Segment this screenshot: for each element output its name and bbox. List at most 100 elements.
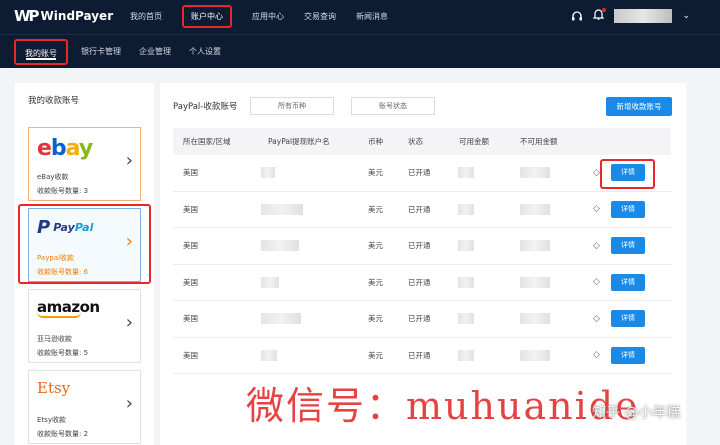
nav-label: 账户中心 (182, 5, 232, 28)
nav-label: 我的首页 (130, 12, 162, 21)
detail-button[interactable]: 详情 (611, 273, 645, 291)
detail-button[interactable]: 详情 (611, 346, 645, 364)
cell-currency: 美元 (368, 168, 383, 178)
nav-account-center[interactable]: 账户中心 (172, 0, 242, 34)
cell-country: 美国 (183, 314, 198, 324)
cell-available (458, 265, 474, 301)
table-row: 美国 美元 已开通 ◇ 详情 (173, 192, 671, 228)
sub-nav: 我的账号 银行卡管理 企业管理 个人设置 (14, 39, 230, 65)
highlight-frame-detail (600, 159, 655, 189)
logo-mark: WP (14, 7, 40, 25)
col-unavailable: 不可用金额 (520, 137, 558, 146)
currency-filter[interactable]: 所有币种 (250, 97, 334, 115)
col-country: 所在国家/区域 (183, 137, 231, 146)
table-row: 美国 美元 已开通 ◇ 详情 (173, 155, 671, 192)
nav-app-center[interactable]: 应用中心 (242, 0, 294, 34)
account-card-etsy[interactable]: Etsy Etsy收款 收款账号数量: 2 › (28, 370, 141, 444)
tab-bank-cards[interactable]: 银行卡管理 (72, 39, 130, 65)
tab-personal-settings[interactable]: 个人设置 (180, 39, 230, 65)
cell-available (458, 338, 474, 374)
cell-country: 美国 (183, 277, 198, 287)
table-row: 美国 美元 已开通 ◇ 详情 (173, 338, 671, 374)
nav-transactions[interactable]: 交易查询 (294, 0, 346, 34)
chevron-right-icon: › (125, 312, 133, 333)
etsy-logo: Etsy (37, 379, 71, 397)
tag-icon[interactable]: ◇ (593, 301, 600, 337)
chevron-right-icon: › (125, 150, 133, 171)
cell-available (458, 155, 474, 191)
card-count: 收款账号数量: 5 (37, 349, 89, 357)
cell-available (458, 301, 474, 337)
cell-currency: 美元 (368, 204, 383, 214)
tag-icon[interactable]: ◇ (593, 338, 600, 374)
card-count: 收款账号数量: 2 (37, 430, 89, 438)
notification-dot (602, 8, 607, 12)
account-card-ebay[interactable]: ebay eBay收款 收款账号数量: 3 › (28, 127, 141, 201)
nav-label: 应用中心 (252, 12, 284, 21)
table-header: 所在国家/区域 PayPal提现账户名 币种 状态 可用金额 不可用金额 (173, 128, 671, 155)
detail-button-cell: 详情 (611, 301, 645, 337)
nav-label: 新闻消息 (356, 12, 388, 21)
detail-button-cell: 详情 (611, 228, 645, 264)
cell-account-name (261, 338, 277, 374)
cell-status: 已开通 (408, 350, 431, 360)
cell-available (458, 192, 474, 228)
table-row: 美国 美元 已开通 ◇ 详情 (173, 265, 671, 301)
cell-currency: 美元 (368, 350, 383, 360)
top-bar: WP WindPayer 我的首页 账户中心 应用中心 交易查询 新闻消息 ⌄ (0, 0, 720, 34)
tag-icon[interactable]: ◇ (593, 265, 600, 301)
cell-account-name (261, 301, 301, 337)
nav-label: 交易查询 (304, 12, 336, 21)
card-name: eBay收款 (37, 173, 69, 181)
detail-button[interactable]: 详情 (611, 200, 645, 218)
detail-button[interactable]: 详情 (611, 237, 645, 255)
windpayer-logo[interactable]: WP WindPayer (14, 7, 113, 25)
accounts-table: 所在国家/区域 PayPal提现账户名 币种 状态 可用金额 不可用金额 美国 … (173, 128, 671, 374)
detail-button[interactable]: 详情 (611, 310, 645, 328)
cell-country: 美国 (183, 241, 198, 251)
cell-currency: 美元 (368, 241, 383, 251)
nav-news[interactable]: 新闻消息 (346, 0, 398, 34)
cell-status: 已开通 (408, 204, 431, 214)
cell-country: 美国 (183, 350, 198, 360)
ebay-logo: ebay (37, 136, 93, 161)
cell-country: 美国 (183, 204, 198, 214)
col-account-name: PayPal提现账户名 (268, 137, 330, 146)
cell-account-name (261, 155, 275, 191)
user-avatar[interactable] (614, 8, 673, 23)
cell-account-name (261, 228, 299, 264)
tab-enterprise[interactable]: 企业管理 (130, 39, 180, 65)
table-row: 美国 美元 已开通 ◇ 详情 (173, 301, 671, 338)
tab-my-accounts[interactable]: 我的账号 (14, 39, 68, 65)
headset-icon[interactable] (571, 10, 583, 22)
app-name: WindPayer (40, 9, 114, 23)
panel-title: PayPal-收款账号 (173, 102, 238, 112)
detail-button-cell: 详情 (611, 338, 645, 374)
watermark-text: 微信号：muhuanide (246, 384, 640, 428)
nav-home[interactable]: 我的首页 (120, 0, 172, 34)
detail-button-cell: 详情 (611, 192, 645, 228)
sub-nav-bar: 我的账号 银行卡管理 企业管理 个人设置 (0, 34, 720, 68)
cell-unavailable (520, 265, 550, 301)
account-card-amazon[interactable]: amazon 亚马逊收款 收款账号数量: 5 › (28, 289, 141, 363)
tag-icon[interactable]: ◇ (593, 228, 600, 264)
bell-icon[interactable] (593, 8, 607, 23)
tag-icon[interactable]: ◇ (593, 155, 600, 191)
chevron-down-icon[interactable]: ⌄ (682, 11, 690, 21)
cell-unavailable (520, 192, 550, 228)
status-filter[interactable]: 账号状态 (351, 97, 435, 115)
cell-account-name (261, 192, 303, 228)
cell-available (458, 228, 474, 264)
cell-status: 已开通 (408, 277, 431, 287)
cell-currency: 美元 (368, 314, 383, 324)
panel-title: 我的收款账号 (28, 96, 80, 106)
cell-unavailable (520, 338, 550, 374)
highlight-frame-paypal (18, 204, 151, 284)
main-nav: 我的首页 账户中心 应用中心 交易查询 新闻消息 (120, 0, 398, 34)
add-account-button[interactable]: 新增收款账号 (606, 97, 672, 116)
chevron-right-icon: › (125, 393, 133, 414)
detail-button-cell: 详情 (611, 265, 645, 301)
card-name: Etsy收款 (37, 416, 66, 424)
tag-icon[interactable]: ◇ (593, 192, 600, 228)
cell-currency: 美元 (368, 277, 383, 287)
